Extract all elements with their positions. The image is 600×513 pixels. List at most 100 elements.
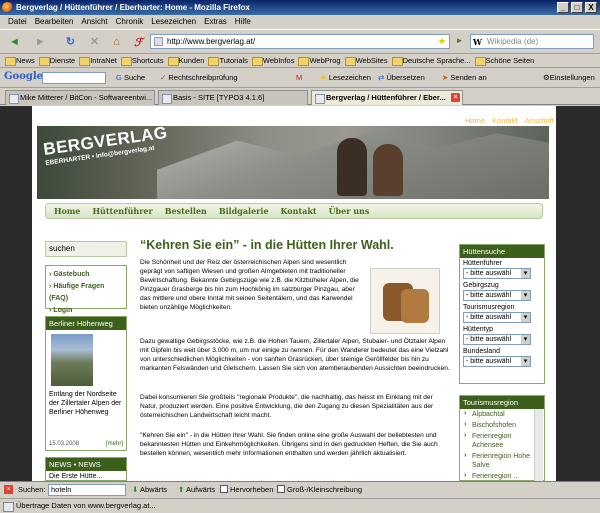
back-arrow-icon[interactable]: ◄ [6, 34, 23, 51]
nav-bildgalerie[interactable]: Bildgalerie [219, 206, 269, 216]
tourismusregion-title: Tourismusregion [460, 396, 544, 409]
hiker-figure [337, 138, 367, 196]
bookmark-deutsche-sprache[interactable]: Deutsche Sprache... [391, 54, 474, 67]
leftnav-gaestebuch[interactable]: › Gästebuch [49, 269, 123, 281]
tourismusregion-list: Alpbachtal Bischofshofen Ferienregion Ac… [460, 409, 544, 481]
bookmark-news[interactable]: News [4, 54, 38, 67]
menu-lesezeichen[interactable]: Lesezeichen [147, 15, 200, 29]
hoehenweg-photo[interactable] [51, 334, 93, 386]
find-input[interactable]: hoteln [48, 484, 126, 496]
web-search-input[interactable]: W Wikipedia (de) [470, 34, 594, 49]
tourismusregion-box: Tourismusregion Alpbachtal Bischofshofen… [459, 395, 545, 481]
bookmark-intranet[interactable]: IntraNet [78, 54, 120, 67]
nav-home[interactable]: Home [54, 206, 80, 216]
region-list-scrollbar[interactable] [534, 409, 543, 481]
find-previous-button[interactable]: ⬆ Aufwärts [178, 484, 215, 496]
tab-bergverlag[interactable]: Bergverlag / Hüttenführer / Eber... × [311, 90, 463, 105]
go-arrow-icon[interactable]: ► [453, 34, 466, 47]
region-more[interactable]: Ferienregion ... [460, 471, 544, 481]
menu-hilfe[interactable]: Hilfe [231, 15, 255, 29]
google-bookmarks-button[interactable]: ★ Lesezeichen [320, 72, 371, 84]
news-box: NEWS • NEWS Die Erste Hütte... [45, 457, 127, 481]
send-to-button[interactable]: ➤ Senden an [442, 72, 487, 84]
bookmark-dienste[interactable]: Dienste [38, 54, 78, 67]
leftnav-faq[interactable]: › Häufige Fragen (FAQ) [49, 281, 123, 305]
find-next-button[interactable]: ⬇ Abwärts [132, 484, 167, 496]
huettensuche-box: Hüttensuche Hüttenführer - bitte auswähl… [459, 244, 545, 384]
status-bar: Übertrage Daten von www.bergverlag.at... [0, 498, 600, 513]
url-text: http://www.bergverlag.at/ [167, 37, 256, 46]
bookmark-shortcuts[interactable]: Shortcuts [120, 54, 167, 67]
select-huettenfuehrer[interactable]: - bitte auswähl [463, 268, 531, 279]
arrow-down-icon: ⬇ [132, 485, 139, 494]
arrow-up-icon: ⬆ [178, 485, 185, 494]
forward-arrow-icon[interactable]: ► [32, 34, 49, 51]
hoehenweg-date: 15.03.2008 [49, 441, 80, 447]
region-hohe-salve[interactable]: Ferienregion Hohe Salve [460, 451, 544, 471]
gmail-icon[interactable]: M [296, 72, 302, 84]
home-icon[interactable]: ⌂ [108, 34, 125, 51]
hoehenweg-title: Berliner Höhenweg [46, 317, 126, 330]
nav-huettenfuehrer[interactable]: Hüttenführer [92, 206, 152, 216]
close-tab-icon[interactable]: × [451, 93, 460, 102]
wrench-icon: ⚙ [543, 73, 550, 82]
google-search-button[interactable]: G Suche [116, 72, 145, 84]
field-label-huettenfuehrer: Hüttenführer [463, 260, 502, 267]
menu-extras[interactable]: Extras [200, 15, 231, 29]
tab-basis-site[interactable]: Basis - SITE [TYPO3 4.1.6] [158, 90, 308, 105]
paragraph-1: Die Schönheit und der Reiz der österreic… [140, 259, 359, 311]
region-alpbachtal[interactable]: Alpbachtal [460, 409, 544, 420]
tab-mike-mitterer[interactable]: Mike Mitterer / BitCon - Softwareentwi..… [5, 90, 155, 105]
site-search-input[interactable]: suchen [45, 241, 127, 257]
addon-icon[interactable]: ℱ [130, 34, 147, 51]
match-case-checkbox[interactable]: Groß-/Kleinschreibung [277, 484, 362, 496]
bookmark-webprog[interactable]: WebProg [297, 54, 343, 67]
close-findbar-icon[interactable]: × [4, 485, 13, 494]
more-link[interactable]: [mehr] [106, 441, 123, 447]
wikipedia-icon[interactable]: W [473, 36, 482, 49]
stop-icon[interactable]: ✕ [86, 34, 103, 51]
maximize-button[interactable]: □ [571, 2, 583, 13]
minimize-button[interactable]: _ [557, 2, 569, 13]
bookmark-webinfos[interactable]: WebInfos [251, 54, 298, 67]
select-bundesland[interactable]: - bitte auswähl [463, 356, 531, 367]
bookmark-kunden[interactable]: Kunden [167, 54, 208, 67]
translate-button[interactable]: ⇄ Übersetzen [378, 72, 425, 84]
left-navigation: › Gästebuch › Häufige Fragen (FAQ) › Login [45, 265, 127, 314]
select-gebirgszug[interactable]: - bitte auswähl [463, 290, 531, 301]
bookmark-schoene-seiten[interactable]: Schöne Seiten [474, 54, 538, 67]
google-settings-button[interactable]: ⚙Einstellungen [543, 72, 595, 84]
menu-ansicht[interactable]: Ansicht [77, 15, 111, 29]
toplink-anschrift[interactable]: Anschrift [525, 116, 554, 125]
toplink-kontakt[interactable]: Kontakt [492, 116, 517, 125]
region-achensee[interactable]: Ferienregion Achensee [460, 431, 544, 451]
close-window-button[interactable]: X [585, 2, 597, 13]
spellcheck-button[interactable]: ✓ Rechtschreibprüfung [160, 72, 238, 84]
site-favicon [154, 37, 163, 46]
bookmark-websites[interactable]: WebSites [344, 54, 391, 67]
firefox-icon [2, 2, 13, 13]
google-search-input[interactable] [42, 72, 106, 84]
select-huettentyp[interactable]: - bitte auswähl [463, 334, 531, 345]
leftnav-gaestebuch-label: Gästebuch [53, 271, 90, 278]
checkbox-icon [277, 485, 285, 493]
bookmark-tutorials[interactable]: Tutorials [207, 54, 250, 67]
url-input[interactable]: http://www.bergverlag.at/ ★ [150, 34, 450, 49]
menu-bearbeiten[interactable]: Bearbeiten [31, 15, 78, 29]
menu-datei[interactable]: Datei [4, 15, 31, 29]
toplink-home[interactable]: Home [465, 116, 485, 125]
region-bischofshofen[interactable]: Bischofshofen [460, 420, 544, 431]
field-label-tourismusregion: Tourismusregion [463, 304, 515, 311]
paragraph-4: "Kehren Sie ein" - in die Hütten Ihrer W… [140, 432, 438, 457]
menu-chronik[interactable]: Chronik [112, 15, 148, 29]
bookmark-star-icon[interactable]: ★ [438, 35, 446, 48]
tab-bergverlag-label: Bergverlag / Hüttenführer / Eber... [326, 93, 446, 102]
highlight-button[interactable]: Hervorheben [220, 484, 273, 496]
nav-ueber-uns[interactable]: Über uns [329, 206, 370, 216]
reload-icon[interactable]: ↻ [62, 34, 79, 51]
nav-kontakt[interactable]: Kontakt [281, 206, 317, 216]
google-settings-label: Einstellungen [549, 73, 595, 82]
select-tourismusregion[interactable]: - bitte auswähl [463, 312, 531, 323]
nav-bestellen[interactable]: Bestellen [165, 206, 207, 216]
translate-icon: ⇄ [378, 73, 385, 82]
